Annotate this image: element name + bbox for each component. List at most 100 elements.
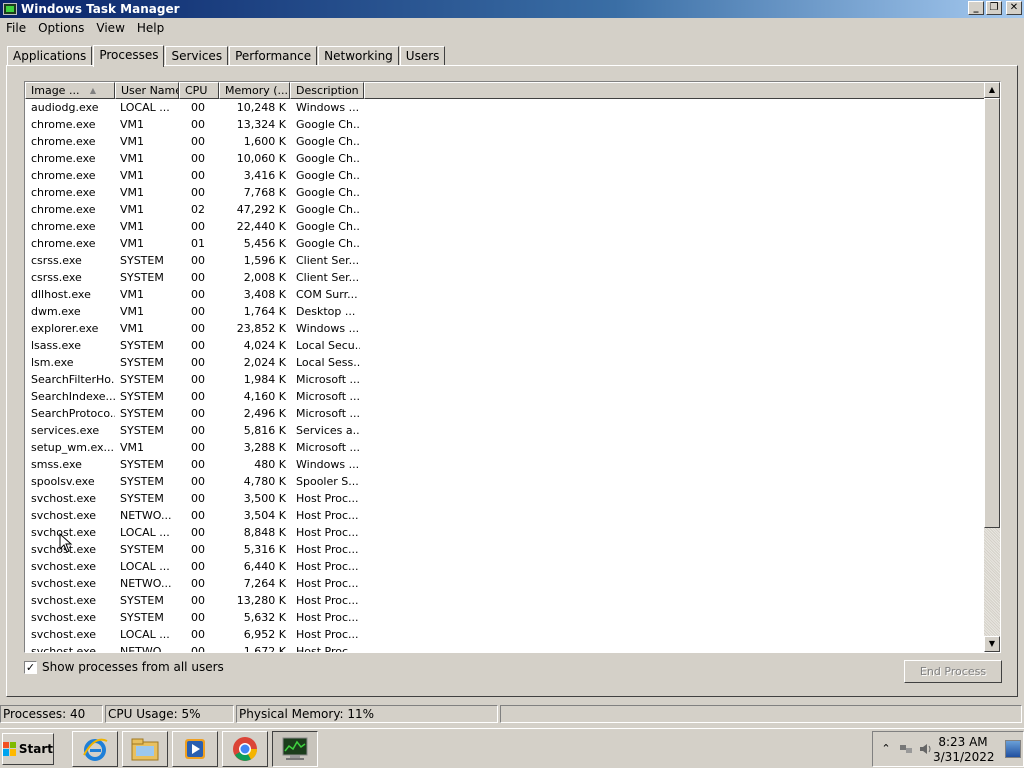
restore-button[interactable]: ❐ bbox=[986, 1, 1002, 15]
process-cpu: 00 bbox=[191, 305, 205, 318]
process-cpu: 02 bbox=[191, 203, 205, 216]
process-user-name: NETWO... bbox=[120, 577, 172, 590]
table-row[interactable]: svchost.exe NETWO... 00 7,264 K Host Proc... bbox=[25, 575, 986, 592]
column-header-cpu[interactable]: CPU bbox=[179, 82, 219, 99]
process-cpu: 00 bbox=[191, 441, 205, 454]
table-row[interactable]: svchost.exe NETWO... 00 3,504 K Host Proc... bbox=[25, 507, 986, 524]
sort-ascending-icon: ▲ bbox=[89, 86, 96, 95]
menu-help[interactable]: Help bbox=[131, 21, 170, 35]
process-description: Google Ch... bbox=[296, 135, 360, 148]
process-user-name: VM1 bbox=[120, 220, 145, 233]
scroll-up-icon[interactable]: ▲ bbox=[984, 82, 1000, 98]
tab-performance[interactable]: Performance bbox=[229, 46, 318, 66]
table-row[interactable]: svchost.exe SYSTEM 00 5,316 K Host Proc... bbox=[25, 541, 986, 558]
table-row[interactable]: chrome.exe VM1 02 47,292 K Google Ch... bbox=[25, 201, 986, 218]
tab-services[interactable]: Services bbox=[165, 46, 229, 66]
show-hidden-icons-icon[interactable]: ⌃ bbox=[879, 742, 893, 756]
scroll-thumb[interactable] bbox=[984, 98, 1000, 528]
start-button[interactable]: Start bbox=[2, 732, 54, 765]
taskbar-chrome[interactable] bbox=[222, 730, 268, 767]
clock-time: 8:23 AM bbox=[938, 735, 988, 749]
process-memory: 5,316 K bbox=[243, 543, 286, 556]
table-row[interactable]: csrss.exe SYSTEM 00 1,596 K Client Ser... bbox=[25, 252, 986, 269]
tab-applications[interactable]: Applications bbox=[7, 46, 93, 66]
table-row[interactable]: SearchFilterHo... SYSTEM 00 1,984 K Microsof… bbox=[25, 371, 986, 388]
table-row[interactable]: explorer.exe VM1 00 23,852 K Windows ... bbox=[25, 320, 986, 337]
table-row[interactable]: svchost.exe SYSTEM 00 3,500 K Host Proc... bbox=[25, 490, 986, 507]
minimize-button[interactable]: _ bbox=[968, 1, 984, 15]
table-row[interactable]: spoolsv.exe SYSTEM 00 4,780 K Spooler S... bbox=[25, 473, 986, 490]
taskbar-internet-explorer[interactable] bbox=[72, 730, 118, 767]
table-row[interactable]: chrome.exe VM1 00 3,416 K Google Ch... bbox=[25, 167, 986, 184]
close-button[interactable]: ✕ bbox=[1006, 1, 1022, 15]
process-user-name: LOCAL ... bbox=[120, 628, 170, 641]
tab-processes[interactable]: Processes bbox=[93, 45, 165, 67]
scroll-down-icon[interactable]: ▼ bbox=[984, 636, 1000, 652]
process-user-name: VM1 bbox=[120, 152, 145, 165]
table-row[interactable]: svchost.exe LOCAL ... 00 8,848 K Host Proc..… bbox=[25, 524, 986, 541]
process-cpu: 00 bbox=[191, 526, 205, 539]
table-row[interactable]: chrome.exe VM1 00 22,440 K Google Ch... bbox=[25, 218, 986, 235]
table-row[interactable]: svchost.exe LOCAL ... 00 6,440 K Host Proc..… bbox=[25, 558, 986, 575]
process-cpu: 00 bbox=[191, 407, 205, 420]
table-row[interactable]: dllhost.exe VM1 00 3,408 K COM Surr... bbox=[25, 286, 986, 303]
show-all-users-option[interactable]: ✓ Show processes from all users bbox=[24, 660, 224, 674]
table-row[interactable]: setup_wm.ex... VM1 00 3,288 K Microsoft ... bbox=[25, 439, 986, 456]
process-list[interactable]: Image ... ▲ User Name CPU Memory (... De… bbox=[24, 81, 1001, 653]
table-row[interactable]: lsm.exe SYSTEM 00 2,024 K Local Sess... bbox=[25, 354, 986, 371]
table-row[interactable]: services.exe SYSTEM 00 5,816 K Services a... bbox=[25, 422, 986, 439]
taskbar-windows-explorer[interactable] bbox=[122, 730, 168, 767]
process-image-name: chrome.exe bbox=[31, 118, 96, 131]
table-row[interactable]: chrome.exe VM1 01 5,456 K Google Ch... bbox=[25, 235, 986, 252]
end-process-button[interactable]: End Process bbox=[904, 660, 1002, 683]
taskbar-media-player[interactable] bbox=[172, 730, 218, 767]
process-cpu: 00 bbox=[191, 594, 205, 607]
tab-users[interactable]: Users bbox=[399, 46, 446, 66]
volume-icon[interactable] bbox=[919, 742, 933, 756]
vertical-scrollbar[interactable]: ▲ ▼ bbox=[984, 82, 1000, 652]
tab-networking[interactable]: Networking bbox=[318, 46, 399, 66]
table-row[interactable]: audiodg.exe LOCAL ... 00 10,248 K Windows ..… bbox=[25, 99, 986, 116]
menu-view[interactable]: View bbox=[90, 21, 130, 35]
table-row[interactable]: lsass.exe SYSTEM 00 4,024 K Local Secu... bbox=[25, 337, 986, 354]
network-icon[interactable] bbox=[899, 742, 913, 756]
column-header-memory[interactable]: Memory (... bbox=[219, 82, 290, 99]
table-row[interactable]: chrome.exe VM1 00 10,060 K Google Ch... bbox=[25, 150, 986, 167]
table-row[interactable]: dwm.exe VM1 00 1,764 K Desktop ... bbox=[25, 303, 986, 320]
table-row[interactable]: svchost.exe LOCAL ... 00 6,952 K Host Proc..… bbox=[25, 626, 986, 643]
process-memory: 3,504 K bbox=[243, 509, 286, 522]
process-cpu: 01 bbox=[191, 237, 205, 250]
process-image-name: svchost.exe bbox=[31, 492, 97, 505]
process-description: Host Proc... bbox=[296, 560, 359, 573]
show-desktop-button[interactable] bbox=[1005, 740, 1021, 758]
process-memory: 10,060 K bbox=[236, 152, 286, 165]
taskbar-task-manager[interactable] bbox=[272, 730, 318, 767]
process-image-name: csrss.exe bbox=[31, 271, 82, 284]
table-row[interactable]: svchost.exe SYSTEM 00 13,280 K Host Proc... bbox=[25, 592, 986, 609]
column-header-user-name[interactable]: User Name bbox=[115, 82, 179, 99]
table-row[interactable]: chrome.exe VM1 00 1,600 K Google Ch... bbox=[25, 133, 986, 150]
table-row[interactable]: SearchProtoco... SYSTEM 00 2,496 K Microsoft… bbox=[25, 405, 986, 422]
process-image-name: svchost.exe bbox=[31, 594, 97, 607]
process-user-name: SYSTEM bbox=[120, 543, 164, 556]
show-all-users-checkbox[interactable]: ✓ bbox=[24, 660, 37, 674]
menu-options[interactable]: Options bbox=[32, 21, 90, 35]
process-description: COM Surr... bbox=[296, 288, 358, 301]
clock[interactable]: 8:23 AM 3/31/2022 bbox=[933, 735, 995, 765]
process-description: Windows ... bbox=[296, 458, 360, 471]
process-description: Host Proc... bbox=[296, 594, 359, 607]
process-cpu: 00 bbox=[191, 543, 205, 556]
table-row[interactable]: csrss.exe SYSTEM 00 2,008 K Client Ser... bbox=[25, 269, 986, 286]
table-row[interactable]: chrome.exe VM1 00 7,768 K Google Ch... bbox=[25, 184, 986, 201]
table-row[interactable]: smss.exe SYSTEM 00 480 K Windows ... bbox=[25, 456, 986, 473]
process-image-name: svchost.exe bbox=[31, 645, 97, 653]
table-row[interactable]: svchost.exe NETWO... 00 1,672 K Host Proc... bbox=[25, 643, 986, 653]
process-description: Host Proc... bbox=[296, 543, 359, 556]
title-bar[interactable]: Windows Task Manager _ ❐ ✕ bbox=[0, 0, 1024, 18]
table-row[interactable]: chrome.exe VM1 00 13,324 K Google Ch... bbox=[25, 116, 986, 133]
menu-file[interactable]: File bbox=[0, 21, 32, 35]
table-row[interactable]: SearchIndexe... SYSTEM 00 4,160 K Microsoft … bbox=[25, 388, 986, 405]
column-header-image-name[interactable]: Image ... ▲ bbox=[25, 82, 115, 99]
column-header-description[interactable]: Description bbox=[290, 82, 364, 99]
table-row[interactable]: svchost.exe SYSTEM 00 5,632 K Host Proc... bbox=[25, 609, 986, 626]
